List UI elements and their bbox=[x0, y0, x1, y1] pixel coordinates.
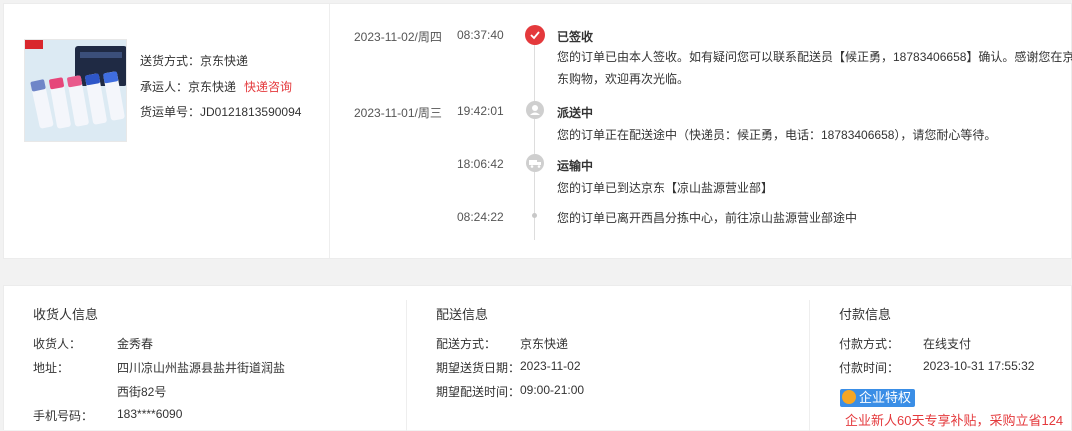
tracking-timeline: 2023-11-02/周四 08:37:40 已签收 您的订单已由本人签收。如有… bbox=[332, 4, 1072, 258]
expected-date-label: 期望送货日期： bbox=[436, 361, 521, 375]
timeline-status: 运输中 bbox=[557, 159, 594, 173]
column-divider bbox=[406, 300, 407, 431]
tracking-label: 货运单号： bbox=[140, 105, 201, 119]
timeline-description: 您的订单已离开西昌分拣中心，前往凉山盐源营业部途中 bbox=[557, 211, 858, 225]
carrier-row: 承运人：京东快递 快递咨询 bbox=[140, 75, 301, 101]
payment-time-label: 付款时间： bbox=[839, 361, 900, 375]
panel-divider bbox=[329, 4, 330, 258]
timeline-time: 08:37:40 bbox=[457, 28, 504, 42]
timeline-date: 2023-11-01/周三 bbox=[354, 106, 442, 120]
carrier-value: 京东快递 bbox=[188, 79, 237, 94]
truck-icon bbox=[526, 154, 544, 172]
timeline-time: 08:24:22 bbox=[457, 210, 504, 224]
receiver-name-label: 收货人： bbox=[33, 337, 82, 351]
timeline-time: 19:42:01 bbox=[457, 104, 504, 118]
timeline-description: 您的订单正在配送途中（快递员：候正勇，电话：18783406658），请您耐心等… bbox=[557, 128, 997, 142]
payment-time-value: 2023-10-31 17:55:32 bbox=[923, 359, 1035, 373]
column-divider bbox=[809, 300, 810, 431]
courier-consult-link[interactable]: 快递咨询 bbox=[244, 80, 292, 94]
product-image bbox=[25, 40, 126, 141]
enterprise-icon bbox=[842, 390, 856, 404]
badge-label: 企业特权 bbox=[859, 390, 912, 405]
timeline-date: 2023-11-02/周四 bbox=[354, 30, 442, 44]
carrier-label: 承运人： bbox=[140, 79, 189, 94]
delivery-title: 配送信息 bbox=[436, 307, 489, 322]
phone-value: 183****6090 bbox=[117, 407, 183, 421]
delivery-method-label: 配送方式： bbox=[436, 337, 497, 351]
receiver-title: 收货人信息 bbox=[33, 307, 99, 322]
timeline-time: 18:06:42 bbox=[457, 157, 504, 171]
order-info-panel: 收货人信息 收货人： 金秀春 地址： 四川凉山州盐源县盐井街道润盐 西街82号 … bbox=[3, 285, 1072, 431]
phone-label: 手机号码： bbox=[33, 409, 94, 423]
timeline-status: 已签收 bbox=[557, 30, 594, 44]
payment-method-value: 在线支付 bbox=[923, 337, 972, 351]
address-line-1: 四川凉山州盐源县盐井街道润盐 bbox=[117, 361, 286, 375]
timeline-line bbox=[534, 42, 535, 240]
address-line-2: 西街82号 bbox=[117, 385, 167, 399]
delivery-person-icon bbox=[526, 101, 544, 119]
enterprise-privilege-badge[interactable]: 企业特权 bbox=[840, 389, 916, 407]
logistics-panel: 送货方式：京东快递 承运人：京东快递 快递咨询 货运单号：JD0121813590… bbox=[3, 3, 1072, 259]
tracking-number: JD0121813590094 bbox=[200, 105, 302, 119]
product-thumbnail[interactable] bbox=[24, 39, 127, 142]
shipment-method-value: 京东快递 bbox=[200, 54, 249, 68]
address-label: 地址： bbox=[33, 361, 70, 375]
shipment-method-label: 送货方式： bbox=[140, 54, 201, 68]
payment-title: 付款信息 bbox=[839, 307, 892, 322]
shipment-method-row: 送货方式：京东快递 bbox=[140, 49, 301, 75]
receiver-name: 金秀春 bbox=[117, 337, 154, 351]
enterprise-promo-text[interactable]: 企业新人60天专享补贴，采购立省124 bbox=[845, 410, 1063, 429]
expected-time-label: 期望配送时间： bbox=[436, 385, 521, 399]
dot-icon bbox=[532, 213, 537, 218]
timeline-status: 派送中 bbox=[557, 106, 594, 120]
timeline-description: 您的订单已由本人签收。如有疑问您可以联系配送员【候正勇，18783406658】… bbox=[557, 50, 1072, 86]
payment-method-label: 付款方式： bbox=[839, 337, 900, 351]
delivery-method-value: 京东快递 bbox=[520, 337, 569, 351]
check-icon bbox=[525, 25, 545, 45]
expected-time-value: 09:00-21:00 bbox=[520, 383, 585, 397]
timeline-description: 您的订单已到达京东【凉山盐源营业部】 bbox=[557, 181, 774, 195]
tracking-row: 货运单号：JD0121813590094 bbox=[140, 100, 301, 126]
shipment-info: 送货方式：京东快递 承运人：京东快递 快递咨询 货运单号：JD0121813590… bbox=[140, 49, 301, 126]
expected-date-value: 2023-11-02 bbox=[520, 359, 581, 373]
